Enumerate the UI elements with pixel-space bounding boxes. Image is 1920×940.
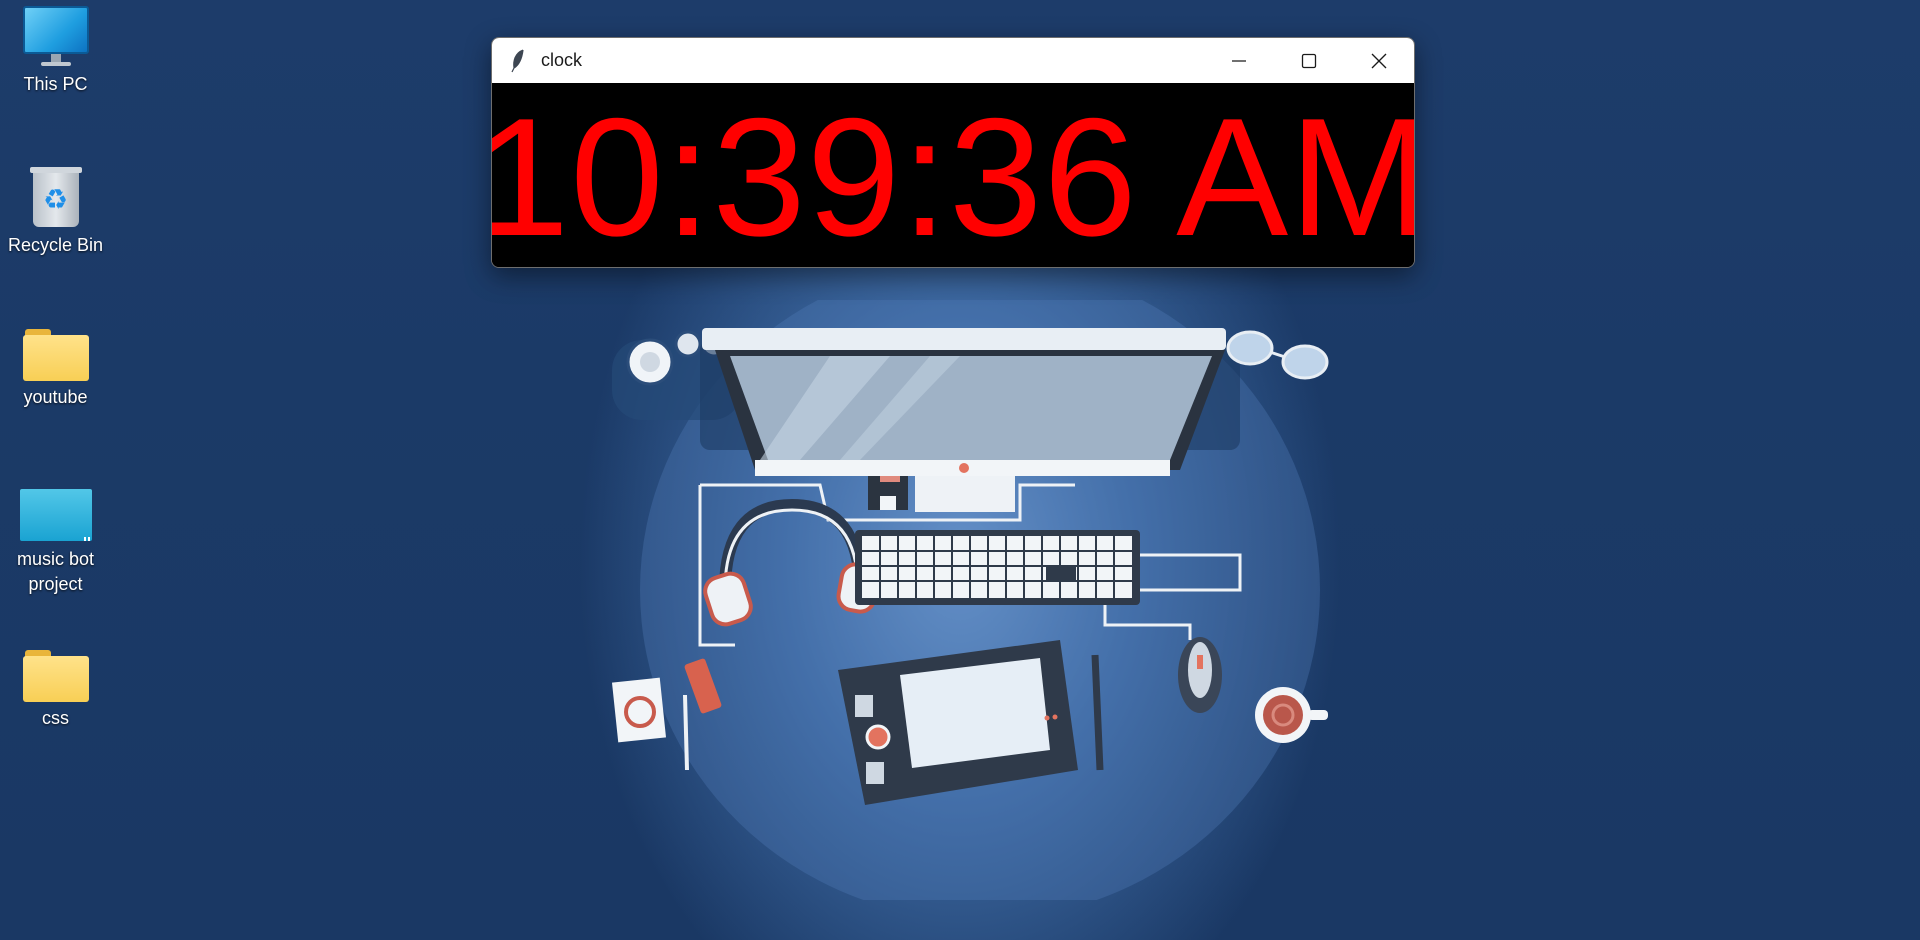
keyboard-illustration — [855, 530, 1140, 605]
project-icon — [19, 489, 92, 543]
close-button[interactable] — [1344, 38, 1414, 83]
minimize-button[interactable] — [1204, 38, 1274, 83]
card-illustration — [611, 677, 667, 743]
desktop-icon-css[interactable]: css — [0, 650, 111, 731]
folder-icon — [22, 650, 89, 702]
clock-window[interactable]: clock 10:39:36 AM — [491, 37, 1415, 268]
mouse-illustration — [1178, 637, 1222, 713]
glasses-illustration — [1226, 330, 1329, 380]
desktop-icon-youtube[interactable]: youtube — [0, 329, 111, 410]
maximize-button[interactable] — [1274, 38, 1344, 83]
desktop-icon-music-bot-project[interactable]: music bot project — [0, 489, 111, 597]
monitor-icon — [22, 6, 89, 68]
clock-face: 10:39:36 AM — [492, 83, 1414, 267]
maximize-icon — [1301, 53, 1317, 68]
desktop-icon-label: Recycle Bin — [7, 235, 104, 255]
desktop-icon-label: This PC — [23, 74, 88, 94]
window-titlebar[interactable]: clock — [492, 38, 1414, 83]
minimize-icon — [1232, 59, 1246, 62]
desktop-icon-label: music bot project — [16, 549, 95, 594]
recycle-bin-icon: ♻ — [29, 163, 82, 229]
coffee-cup-illustration — [1255, 687, 1328, 743]
folder-icon — [22, 329, 89, 381]
desktop-icon-this-pc[interactable]: This PC — [0, 6, 111, 97]
clock-time-display: 10:39:36 AM — [491, 83, 1415, 268]
desktop-icon-recycle-bin[interactable]: ♻ Recycle Bin — [0, 163, 111, 258]
close-icon — [1371, 53, 1387, 68]
desktop-icon-label: youtube — [23, 387, 88, 407]
desktop-icon-label: css — [42, 708, 69, 728]
desk-setup-illustration — [611, 300, 1329, 900]
feather-icon — [507, 48, 529, 74]
window-title: clock — [541, 50, 583, 70]
desktop: This PC ♻ Recycle Bin youtube music bot … — [0, 0, 1920, 940]
